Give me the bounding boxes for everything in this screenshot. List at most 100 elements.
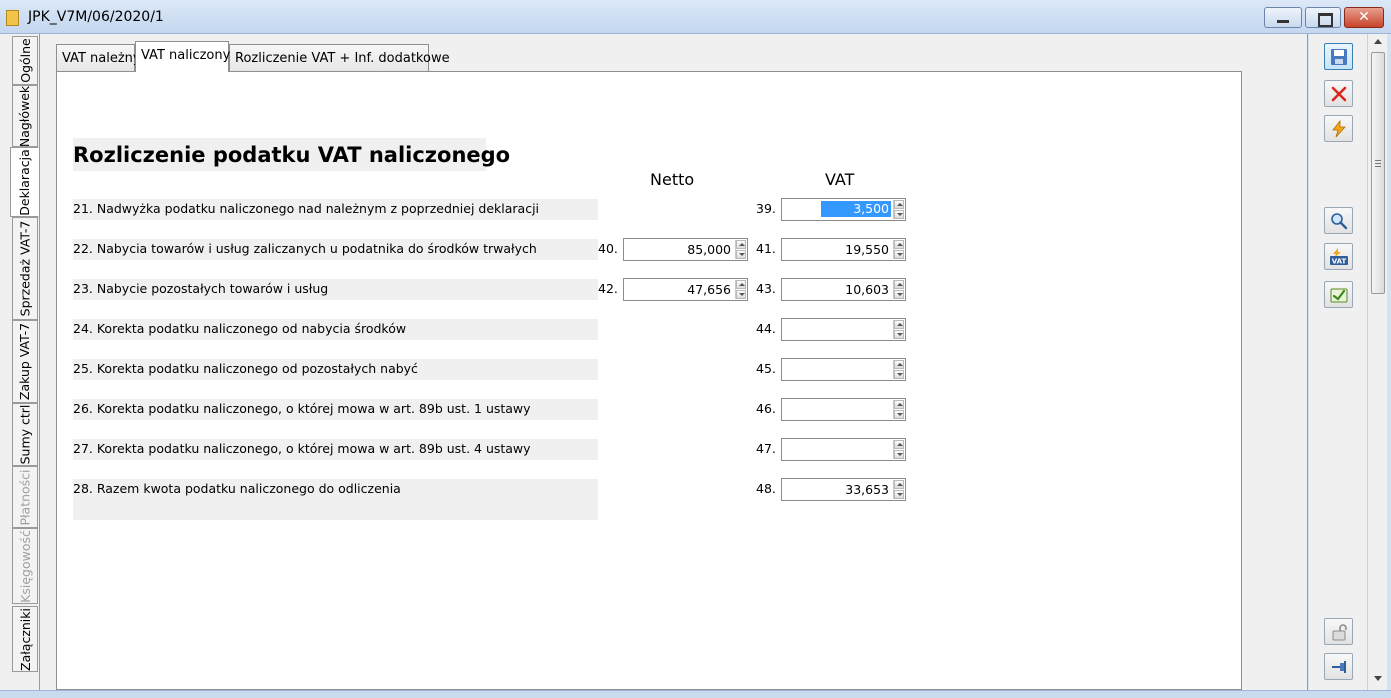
row-label-24: 24. Korekta podatku naliczonego od nabyc… — [73, 319, 598, 340]
grip-line — [1375, 166, 1381, 167]
tab-naglowek[interactable]: Nagłówek — [12, 85, 38, 147]
column-header-netto: Netto — [650, 170, 695, 189]
field-number-47: 47. — [756, 441, 776, 456]
spin-down-icon[interactable] — [894, 250, 904, 259]
column-header-vat: VAT — [825, 170, 855, 189]
approve-button[interactable] — [1324, 281, 1353, 308]
field-number-43: 43. — [756, 281, 776, 296]
spin-down-icon[interactable] — [736, 250, 746, 259]
tab-platnosci: Płatności — [12, 466, 38, 528]
tab-sumy-ctrl[interactable]: Sumy ctrl — [12, 403, 38, 466]
calculate-button[interactable] — [1324, 115, 1353, 142]
field-number-42: 42. — [598, 281, 618, 296]
vat-field-43[interactable]: 10,603 — [781, 278, 906, 301]
field-number-48: 48. — [756, 481, 776, 496]
row-label-27: 27. Korekta podatku naliczonego, o które… — [73, 439, 598, 460]
tab-vat-nalezny[interactable]: VAT należny — [56, 44, 141, 71]
field-value-48: 33,653 — [845, 482, 889, 497]
spinner[interactable] — [893, 440, 904, 459]
spinner[interactable] — [893, 400, 904, 419]
spin-down-icon[interactable] — [894, 490, 904, 499]
spin-up-icon[interactable] — [894, 480, 904, 489]
spin-up-icon[interactable] — [736, 280, 746, 289]
spin-up-icon[interactable] — [894, 280, 904, 289]
row-label-23: 23. Nabycie pozostałych towarów i usług — [73, 279, 598, 300]
window-bottom-border — [0, 690, 1391, 698]
row-label-28: 28. Razem kwota podatku naliczonego do o… — [73, 479, 598, 520]
netto-field-40[interactable]: 85,000 — [623, 238, 748, 261]
spin-up-icon[interactable] — [894, 240, 904, 249]
field-value-43: 10,603 — [845, 282, 889, 297]
section-heading: Rozliczenie podatku VAT naliczonego — [73, 138, 510, 171]
pin-button[interactable] — [1324, 653, 1353, 680]
main-panel: VAT należny VAT naliczony Rozliczenie VA… — [40, 34, 1308, 690]
pin-icon — [1332, 661, 1346, 673]
document-icon — [6, 10, 19, 26]
spin-down-icon[interactable] — [894, 370, 904, 379]
spin-down-icon[interactable] — [894, 290, 904, 299]
preview-icon — [1331, 213, 1348, 230]
vat-field-45[interactable] — [781, 358, 906, 381]
scroll-up-icon[interactable] — [1374, 39, 1382, 44]
save-button[interactable] — [1324, 43, 1353, 70]
tab-sprzedaz-vat7[interactable]: Sprzedaż VAT-7 — [12, 217, 38, 320]
vat-field-39[interactable]: 3,500 — [781, 198, 906, 221]
row-label-22: 22. Nabycia towarów i usług zaliczanych … — [73, 239, 598, 260]
spinner[interactable] — [735, 280, 746, 299]
spin-down-icon[interactable] — [894, 450, 904, 459]
vat-field-47[interactable] — [781, 438, 906, 461]
tab-rozliczenie-vat[interactable]: Rozliczenie VAT + Inf. dodatkowe — [229, 44, 450, 71]
spin-up-icon[interactable] — [894, 400, 904, 409]
tab-deklaracja[interactable]: Deklaracja — [10, 147, 39, 217]
spinner[interactable] — [893, 320, 904, 339]
unlock-button[interactable] — [1324, 618, 1353, 645]
scroll-thumb[interactable] — [1371, 52, 1385, 294]
spinner[interactable] — [893, 280, 904, 299]
title-bar: JPK_V7M/06/2020/1 ✕ — [0, 0, 1391, 34]
unlock-icon — [1332, 624, 1347, 641]
vat-field-44[interactable] — [781, 318, 906, 341]
field-number-40: 40. — [598, 241, 618, 256]
spin-up-icon[interactable] — [894, 440, 904, 449]
tab-ogolne[interactable]: Ogólne — [12, 36, 38, 85]
tab-zalaczniki[interactable]: Załączniki — [12, 606, 38, 672]
grip-line — [1375, 160, 1381, 161]
netto-field-42[interactable]: 47,656 — [623, 278, 748, 301]
form-content: Rozliczenie podatku VAT naliczonego Nett… — [56, 71, 1242, 690]
spinner[interactable] — [893, 360, 904, 379]
spin-up-icon[interactable] — [894, 200, 904, 209]
minimize-button[interactable] — [1264, 7, 1302, 28]
spin-down-icon[interactable] — [894, 330, 904, 339]
preview-button[interactable] — [1324, 207, 1353, 234]
row-label-21: 21. Nadwyżka podatku naliczonego nad nal… — [73, 199, 598, 220]
maximize-button[interactable] — [1305, 7, 1341, 28]
vat-field-48[interactable]: 33,653 — [781, 478, 906, 501]
vat-button[interactable]: VAT — [1324, 243, 1353, 270]
cancel-button[interactable] — [1324, 80, 1353, 107]
field-value-41: 19,550 — [845, 242, 889, 257]
tab-zakup-vat7[interactable]: Zakup VAT-7 — [12, 320, 38, 403]
approve-icon — [1330, 288, 1348, 303]
spinner[interactable] — [893, 200, 904, 219]
spin-down-icon[interactable] — [894, 210, 904, 219]
row-label-26: 26. Korekta podatku naliczonego, o które… — [73, 399, 598, 420]
spinner[interactable] — [893, 240, 904, 259]
vertical-scrollbar[interactable] — [1367, 34, 1387, 690]
spin-up-icon[interactable] — [736, 240, 746, 249]
vat-field-46[interactable] — [781, 398, 906, 421]
spin-up-icon[interactable] — [894, 320, 904, 329]
spin-down-icon[interactable] — [736, 290, 746, 299]
spin-down-icon[interactable] — [894, 410, 904, 419]
window-title: JPK_V7M/06/2020/1 — [28, 9, 164, 25]
scroll-down-icon[interactable] — [1374, 676, 1382, 681]
spinner[interactable] — [735, 240, 746, 259]
field-value-39: 3,500 — [821, 201, 891, 217]
spinner[interactable] — [893, 480, 904, 499]
spin-up-icon[interactable] — [894, 360, 904, 369]
left-tab-bar: Ogólne Nagłówek Deklaracja Sprzedaż VAT-… — [0, 34, 40, 698]
tab-vat-naliczony[interactable]: VAT naliczony — [135, 41, 230, 72]
close-button[interactable]: ✕ — [1344, 7, 1384, 28]
vat-field-41[interactable]: 19,550 — [781, 238, 906, 261]
field-value-40: 85,000 — [687, 242, 731, 257]
field-number-39: 39. — [756, 201, 776, 216]
